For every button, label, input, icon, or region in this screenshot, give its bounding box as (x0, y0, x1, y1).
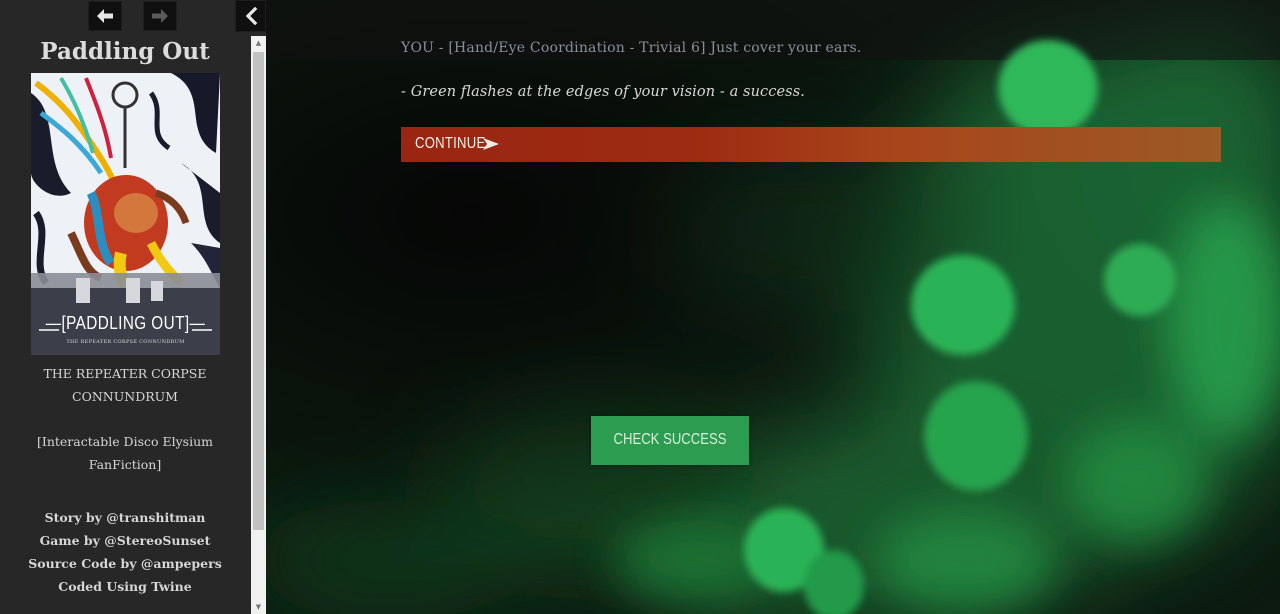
story-passage-area: YOU - [Hand/Eye Coordination - Trivial 6… (266, 0, 1280, 614)
subtitle-line: CONNUNDRUM (72, 389, 178, 404)
arrow-left-icon (97, 9, 113, 23)
cover-title-text: —[PADDLING OUT]— (45, 313, 206, 333)
cover-art: —[PADDLING OUT]— THE REPEATER CORPSE CON… (31, 73, 220, 355)
continue-button[interactable]: CONTINUE (401, 127, 1221, 162)
back-button[interactable] (88, 1, 122, 31)
check-success-button[interactable]: CHECK SUCCESS (591, 416, 749, 465)
credit-source: Source Code by @ampepers (28, 556, 222, 571)
arrow-right-icon (152, 9, 168, 23)
credit-engine: Coded Using Twine (58, 579, 192, 594)
scrollbar-thumb[interactable] (253, 52, 264, 530)
credit-story: Story by @transhitman (44, 510, 206, 525)
subtitle-line: THE REPEATER CORPSE (43, 366, 207, 381)
forward-button[interactable] (143, 1, 177, 31)
story-credits: Story by @transhitman Game by @StereoSun… (20, 506, 230, 598)
sidebar-scrollbar[interactable]: ▲ ▼ (251, 36, 266, 614)
scroll-down-arrow-icon[interactable]: ▼ (251, 600, 266, 614)
collapse-sidebar-button[interactable] (235, 0, 266, 32)
genre-line: FanFiction] (88, 457, 162, 472)
continue-label: CONTINUE (415, 135, 486, 152)
chevron-left-icon (245, 7, 257, 25)
story-subtitle: THE REPEATER CORPSE CONNUNDRUM (20, 362, 230, 408)
sidebar: Paddling Out —[PADDLING OUT]— THE REPEAT… (0, 0, 266, 614)
play-arrow-icon (483, 138, 499, 150)
genre-line: [Interactable Disco Elysium (37, 434, 213, 449)
narration-line: - Green flashes at the edges of your vis… (401, 84, 805, 100)
cover-subtitle-text: THE REPEATER CORPSE CONNUNDRUM (66, 339, 185, 345)
scroll-up-arrow-icon[interactable]: ▲ (251, 36, 266, 50)
story-genre: [Interactable Disco Elysium FanFiction] (20, 430, 230, 476)
credit-game: Game by @StereoSunset (39, 533, 211, 548)
dialogue-line: YOU - [Hand/Eye Coordination - Trivial 6… (401, 40, 862, 56)
story-title: Paddling Out (40, 38, 210, 65)
check-success-label: CHECK SUCCESS (613, 431, 727, 448)
